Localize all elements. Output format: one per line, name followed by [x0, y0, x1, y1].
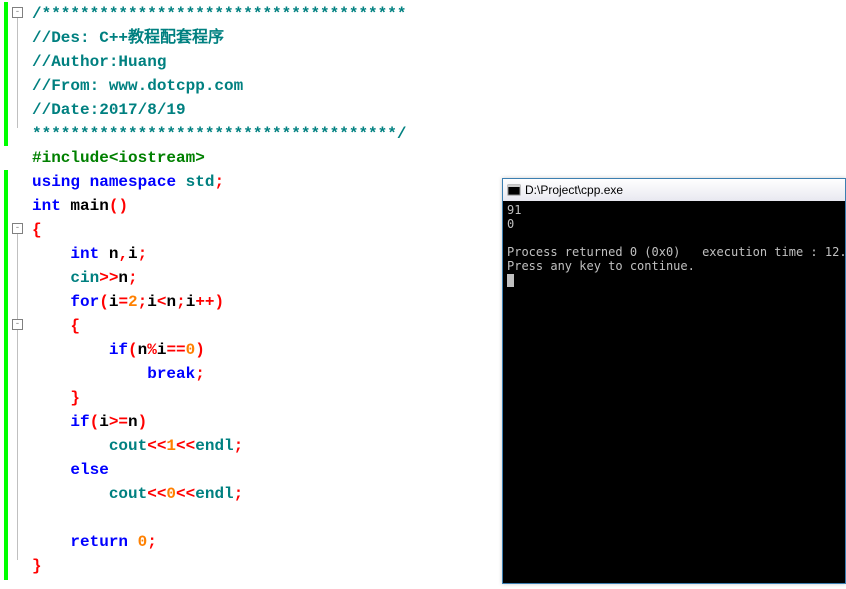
- identifier-cout: cout: [109, 485, 147, 503]
- fold-toggle[interactable]: -: [12, 223, 23, 234]
- identifier: i: [128, 245, 138, 263]
- keyword-if: if: [70, 413, 89, 431]
- comment-line: //From: www.dotcpp.com: [32, 77, 243, 95]
- console-titlebar[interactable]: D:\Project\cpp.exe: [503, 179, 845, 201]
- keyword-int: int: [32, 197, 61, 215]
- editor-gutter: - - -: [0, 0, 28, 589]
- paren-close: ): [215, 293, 225, 311]
- keyword-return: return: [70, 533, 128, 551]
- change-marker: [4, 170, 8, 580]
- fold-line: [17, 18, 18, 128]
- paren-open: (: [109, 197, 119, 215]
- comma: ,: [118, 245, 128, 263]
- keyword-else: else: [70, 461, 108, 479]
- brace-close: }: [70, 389, 80, 407]
- number: 0: [186, 341, 196, 359]
- brace-close: }: [32, 557, 42, 575]
- console-line: Press any key to continue.: [507, 259, 695, 273]
- keyword-namespace: namespace: [90, 173, 176, 191]
- semicolon: ;: [214, 173, 224, 191]
- identifier-endl: endl: [195, 437, 233, 455]
- keyword-break: break: [147, 365, 195, 383]
- console-window[interactable]: D:\Project\cpp.exe 91 0 Process returned…: [502, 178, 846, 584]
- fold-line: [17, 234, 18, 560]
- comment-line: //Author:Huang: [32, 53, 166, 71]
- fold-toggle[interactable]: -: [12, 319, 23, 330]
- paren-open: (: [99, 293, 109, 311]
- number: 2: [128, 293, 138, 311]
- console-cursor: [507, 274, 514, 287]
- paren-close: ): [118, 197, 128, 215]
- semicolon: ;: [138, 245, 148, 263]
- brace-open: {: [70, 317, 80, 335]
- semicolon: ;: [128, 269, 138, 287]
- identifier-cin: cin: [70, 269, 99, 287]
- keyword-for: for: [70, 293, 99, 311]
- console-output[interactable]: 91 0 Process returned 0 (0x0) execution …: [503, 201, 845, 583]
- change-marker: [4, 2, 8, 146]
- comment-line: //Date:2017/8/19: [32, 101, 186, 119]
- fold-toggle[interactable]: -: [12, 7, 23, 18]
- comment-line: **************************************/: [32, 125, 406, 143]
- console-icon: [507, 183, 521, 197]
- console-line: Process returned 0 (0x0) execution time …: [507, 245, 845, 259]
- comment-line: /**************************************: [32, 5, 406, 23]
- keyword-int: int: [70, 245, 99, 263]
- comment-line: //Des: C++教程配套程序: [32, 29, 224, 47]
- op-extract: >>: [99, 269, 118, 287]
- keyword-if: if: [109, 341, 128, 359]
- console-line: 0: [507, 217, 514, 231]
- identifier-endl: endl: [195, 485, 233, 503]
- identifier: n: [118, 269, 128, 287]
- keyword-using: using: [32, 173, 80, 191]
- identifier-main: main: [70, 197, 108, 215]
- brace-open: {: [32, 221, 42, 239]
- console-title: D:\Project\cpp.exe: [525, 183, 623, 197]
- identifier: n: [109, 245, 119, 263]
- identifier-std: std: [186, 173, 215, 191]
- identifier-cout: cout: [109, 437, 147, 455]
- console-line: 91: [507, 203, 521, 217]
- preprocessor: #include<iostream>: [32, 149, 205, 167]
